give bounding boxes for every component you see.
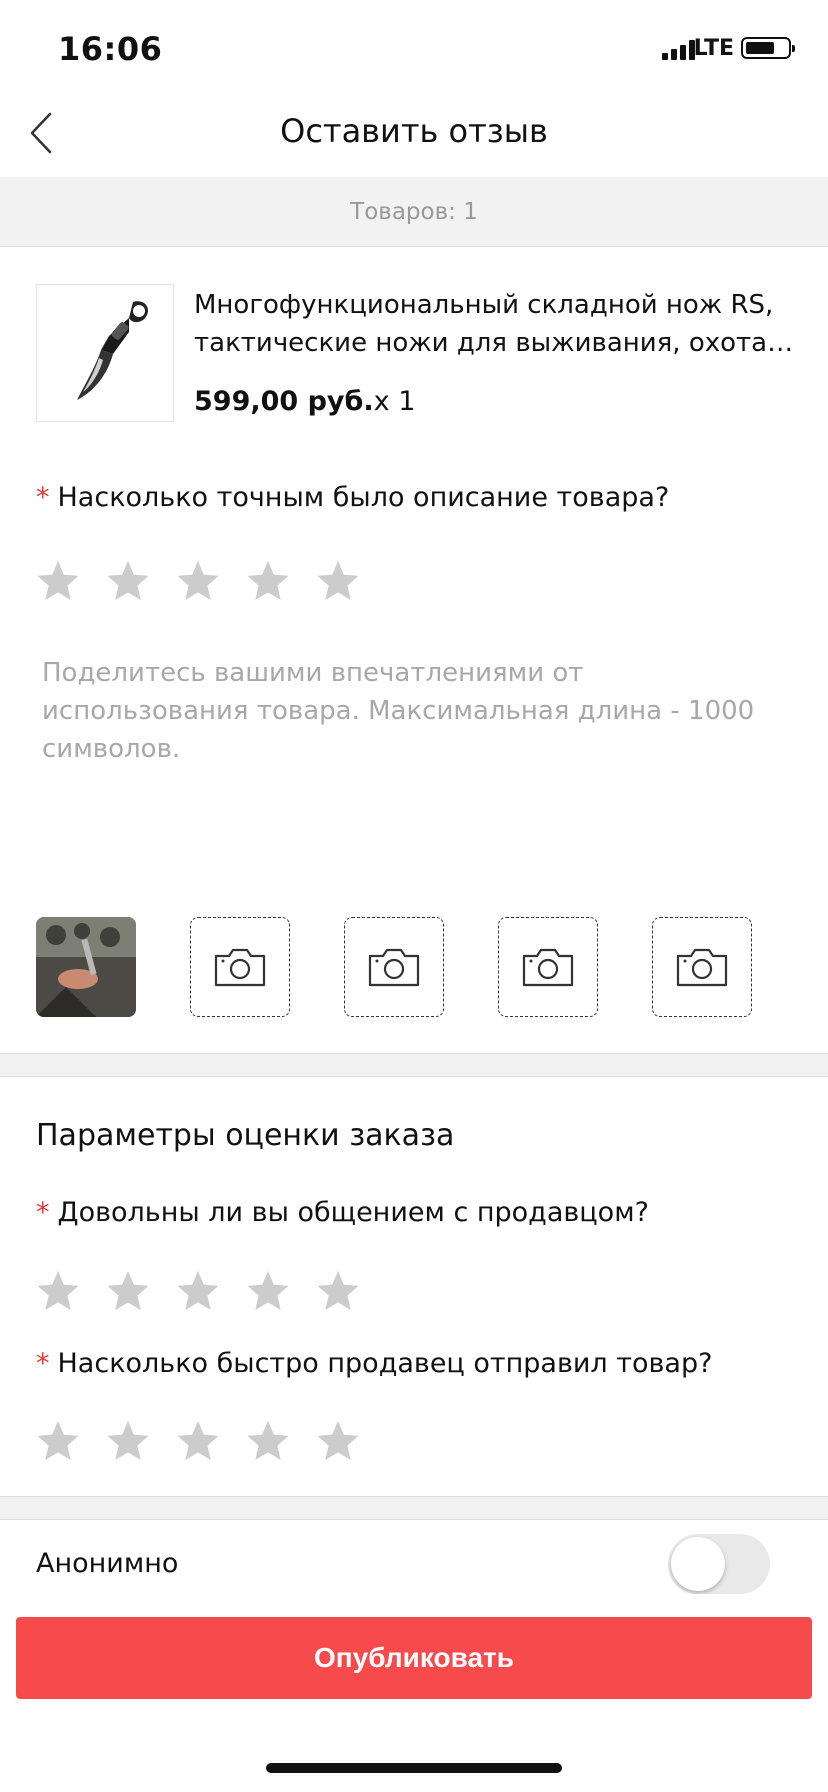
status-time: 16:06 — [58, 30, 163, 68]
price-quantity: x 1 — [373, 386, 416, 417]
question-description-accuracy: * Насколько точным было описание товара? — [36, 482, 669, 513]
product-image[interactable] — [36, 284, 174, 422]
publish-button[interactable]: Опубликовать — [16, 1617, 812, 1699]
required-mark: * — [36, 1197, 50, 1228]
photo-slot[interactable] — [498, 917, 598, 1017]
camera-icon — [214, 948, 266, 987]
star-icon[interactable] — [105, 1418, 151, 1464]
anonymous-label: Анонимно — [36, 1548, 179, 1579]
section-divider — [0, 1053, 828, 1077]
product-title[interactable]: Многофункциональный складной нож RS, так… — [194, 286, 794, 362]
star-icon[interactable] — [35, 558, 81, 604]
star-icon[interactable] — [175, 1268, 221, 1314]
home-indicator — [266, 1763, 562, 1773]
network-type: LTE — [693, 36, 734, 61]
product-title-line1: Многофункциональный складной нож RS, — [194, 290, 774, 320]
star-icon[interactable] — [315, 1268, 361, 1314]
photo-slot[interactable] — [190, 917, 290, 1017]
product-title-line2: тактические ножи для выживания, охота,..… — [194, 328, 794, 358]
camera-icon — [522, 948, 574, 987]
rating-description-accuracy[interactable] — [35, 558, 361, 604]
star-icon[interactable] — [35, 1268, 81, 1314]
knife-image — [77, 301, 148, 400]
product-price: 599,00 руб.x 1 — [194, 386, 415, 417]
camera-icon — [676, 948, 728, 987]
required-mark: * — [36, 482, 50, 513]
required-mark: * — [36, 1348, 50, 1379]
star-icon[interactable] — [245, 558, 291, 604]
items-count: Товаров: 1 — [350, 199, 478, 225]
question-text: Насколько точным было описание товара? — [57, 482, 670, 513]
anonymous-toggle[interactable] — [668, 1534, 770, 1594]
star-icon[interactable] — [315, 558, 361, 604]
star-icon[interactable] — [105, 558, 151, 604]
star-icon[interactable] — [105, 1268, 151, 1314]
items-count-bar: Товаров: 1 — [0, 177, 828, 247]
review-input[interactable]: Поделитесь вашими впечатлениями от испол… — [42, 654, 782, 768]
star-icon[interactable] — [315, 1418, 361, 1464]
camera-icon — [368, 948, 420, 987]
page-title: Оставить отзыв — [280, 112, 548, 150]
question-text: Довольны ли вы общением с продавцом? — [57, 1197, 649, 1228]
photo-thumbnail-image — [36, 917, 136, 1017]
photo-slot[interactable] — [652, 917, 752, 1017]
photo-uploader — [36, 917, 752, 1017]
section-divider — [0, 1496, 828, 1520]
star-icon[interactable] — [175, 1418, 221, 1464]
rating-shipping-speed[interactable] — [35, 1418, 361, 1464]
battery-icon — [741, 37, 795, 59]
uploaded-photo[interactable] — [36, 917, 136, 1017]
star-icon[interactable] — [245, 1418, 291, 1464]
price-value: 599,00 руб. — [194, 386, 374, 417]
question-seller-communication: * Довольны ли вы общением с продавцом? — [36, 1197, 649, 1228]
star-icon[interactable] — [175, 558, 221, 604]
photo-slot[interactable] — [344, 917, 444, 1017]
question-shipping-speed: * Насколько быстро продавец отправил това… — [36, 1348, 712, 1379]
signal-icon — [662, 40, 695, 60]
rating-seller-communication[interactable] — [35, 1268, 361, 1314]
order-section-title: Параметры оценки заказа — [36, 1118, 455, 1153]
toggle-knob — [671, 1537, 725, 1591]
star-icon[interactable] — [245, 1268, 291, 1314]
star-icon[interactable] — [35, 1418, 81, 1464]
question-text: Насколько быстро продавец отправил товар… — [57, 1348, 713, 1379]
